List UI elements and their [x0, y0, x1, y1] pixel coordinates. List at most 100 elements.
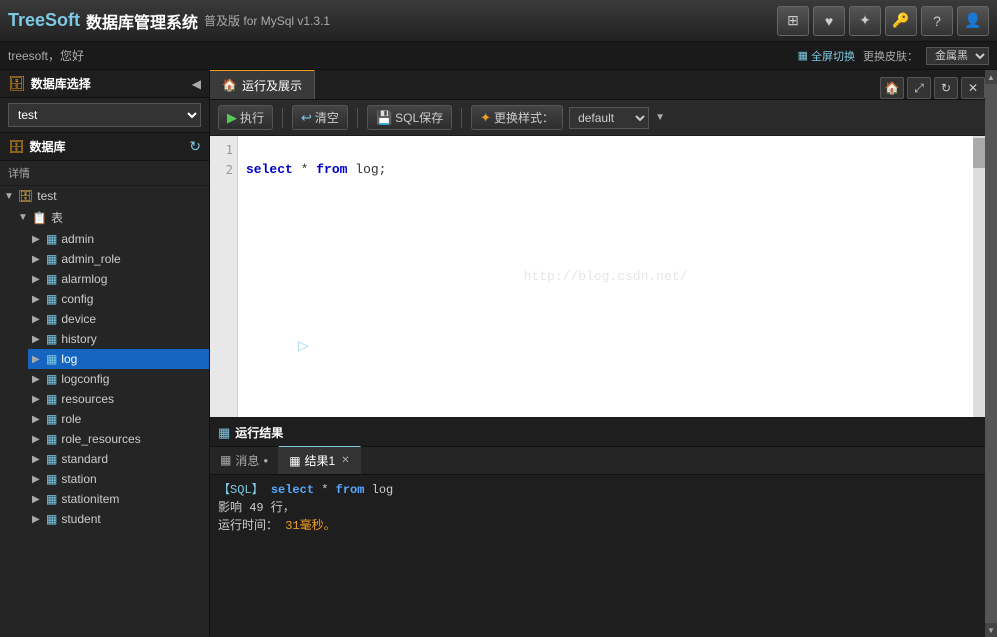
db-section-icon: 🗄: [8, 139, 25, 155]
tree-node-tables: ▼ 📋 表 ▶ ▦ admin ▶ ▦: [14, 206, 209, 529]
tree-item-student[interactable]: ▶ ▦ student: [28, 509, 209, 529]
toolbar-btn-grid[interactable]: ⊞: [777, 6, 809, 36]
tree-area[interactable]: ▼ 🗄 test ▼ 📋 表 ▶: [0, 186, 209, 637]
skin-select[interactable]: 金属黑: [926, 47, 989, 65]
line-num-1: 1: [210, 140, 233, 160]
arrow-icon: ▶: [32, 474, 46, 485]
toolbar-btn-key[interactable]: 🔑: [885, 6, 917, 36]
change-style-label: 更换样式：: [494, 109, 554, 126]
table-icon: ▦: [46, 392, 57, 406]
tree-children-test: ▼ 📋 表 ▶ ▦ admin ▶ ▦: [0, 206, 209, 529]
folder-icon: 🗄: [18, 189, 33, 203]
result-sql-table: log: [372, 483, 394, 497]
tree-item-logconfig[interactable]: ▶ ▦ logconfig: [28, 369, 209, 389]
db-section-header: 🗄 数据库 ↻: [0, 133, 209, 161]
tree-item-role-resources[interactable]: ▶ ▦ role_resources: [28, 429, 209, 449]
tree-item-history[interactable]: ▶ ▦ history: [28, 329, 209, 349]
tree-item-label-device: device: [61, 312, 96, 326]
skin-label: 更换皮肤：: [863, 48, 918, 64]
tree-item-label-stationitem: stationitem: [61, 492, 119, 506]
tree-item-label-admin: admin: [61, 232, 94, 246]
editor-line-2: select * from log;: [246, 160, 965, 180]
db-selector-label: 数据库选择: [31, 75, 91, 92]
content-scrollbar[interactable]: ▲ ▼: [985, 70, 997, 637]
message-tab-icon: ▦: [220, 453, 231, 467]
content-area: 🏠 运行及展示 🏠 ⤢ ↻ ✕ ▶ 执行 ↩ 清空 💾: [210, 70, 985, 637]
clear-icon: ↩: [301, 110, 312, 126]
tree-item-log[interactable]: ▶ ▦ log: [28, 349, 209, 369]
editor-scrollbar[interactable]: [973, 136, 985, 417]
arrow-icon: ▶: [32, 334, 46, 345]
result-keyword-from: from: [336, 483, 365, 497]
scroll-thumb-right[interactable]: [985, 84, 997, 623]
scroll-thumb[interactable]: [973, 138, 985, 168]
divider1: [282, 108, 283, 128]
editor-content[interactable]: select * from log; http://blog.csdn.net/…: [238, 136, 973, 417]
line-num-2: 2: [210, 160, 233, 180]
clear-button[interactable]: ↩ 清空: [292, 105, 348, 130]
toolbar-btn-user[interactable]: 👤: [957, 6, 989, 36]
tab-run-display[interactable]: 🏠 运行及展示: [210, 70, 315, 99]
tree-item-admin-role[interactable]: ▶ ▦ admin_role: [28, 249, 209, 269]
table-icon: ▦: [46, 332, 57, 346]
arrow-icon: ▶: [32, 414, 46, 425]
tree-item-stationitem[interactable]: ▶ ▦ stationitem: [28, 489, 209, 509]
title-bar: TreeSoft 数据库管理系统 普及版 for MySql v1.3.1 ⊞ …: [0, 0, 997, 42]
tree-item-label-admin-role: admin_role: [61, 252, 120, 266]
sql-save-icon: 💾: [376, 110, 392, 126]
scroll-down-btn[interactable]: ▼: [985, 623, 997, 637]
db-select[interactable]: test: [8, 103, 201, 127]
refresh-icon-btn[interactable]: ↻: [934, 77, 958, 99]
tree-item-station[interactable]: ▶ ▦ station: [28, 469, 209, 489]
result1-close-icon[interactable]: ✕: [341, 455, 349, 466]
table-icon: ▦: [46, 352, 57, 366]
close-icon-btn[interactable]: ✕: [961, 77, 985, 99]
arrow-icon: ▶: [32, 434, 46, 445]
toolbar-btn-tools[interactable]: ✦: [849, 6, 881, 36]
collapse-icon[interactable]: ◀: [192, 77, 201, 91]
table-icon: ▦: [46, 312, 57, 326]
tree-item-test[interactable]: ▼ 🗄 test: [0, 186, 209, 206]
tree-item-admin[interactable]: ▶ ▦ admin: [28, 229, 209, 249]
result-tab-result1[interactable]: ▦ 结果1 ✕: [279, 446, 360, 474]
app-subtitle: 普及版 for MySql v1.3.1: [204, 12, 330, 29]
db-section-label: 数据库: [30, 138, 66, 155]
tree-item-role[interactable]: ▶ ▦ role: [28, 409, 209, 429]
arrow-icon: ▶: [32, 294, 46, 305]
home-icon-btn[interactable]: 🏠: [880, 77, 904, 99]
divider2: [357, 108, 358, 128]
result-area: ▦ 运行结果 ▦ 消息 ● ▦ 结果1 ✕ 【SQL】 select: [210, 417, 985, 637]
arrow-icon: ▼: [4, 191, 18, 202]
tree-item-resources[interactable]: ▶ ▦ resources: [28, 389, 209, 409]
tree-item-label-logconfig: logconfig: [61, 372, 109, 386]
sql-editor[interactable]: 1 2 select * from log; http://blog.csdn.…: [210, 136, 985, 417]
style-select[interactable]: default: [569, 107, 649, 129]
fullscreen-button[interactable]: ▦ 全屏切换: [798, 48, 855, 64]
dropdown-arrow-icon: ▼: [655, 112, 665, 123]
expand-icon-btn[interactable]: ⤢: [907, 77, 931, 99]
tree-item-label-log: log: [61, 352, 77, 366]
toolbar-btn-help[interactable]: ?: [921, 6, 953, 36]
refresh-icon[interactable]: ↻: [189, 138, 201, 155]
result-sql-tag: 【SQL】: [218, 483, 271, 497]
arrow-icon: ▶: [32, 454, 46, 465]
result-tab-message[interactable]: ▦ 消息 ●: [210, 446, 279, 474]
toolbar-btn-heart[interactable]: ♥: [813, 6, 845, 36]
sql-save-button[interactable]: 💾 SQL保存: [367, 105, 452, 130]
result-section-label: 运行结果: [235, 424, 283, 441]
result-time-text: 运行时间：: [218, 519, 278, 533]
tree-item-config[interactable]: ▶ ▦ config: [28, 289, 209, 309]
scroll-up-btn[interactable]: ▲: [985, 70, 997, 84]
tree-item-alarmlog[interactable]: ▶ ▦ alarmlog: [28, 269, 209, 289]
db-select-wrapper: test: [0, 98, 209, 133]
change-style-button[interactable]: ✦ 更换样式：: [471, 105, 563, 130]
tree-item-tables[interactable]: ▼ 📋 表: [14, 206, 209, 229]
tree-item-label-resources: resources: [61, 392, 114, 406]
tree-item-label-student: student: [61, 512, 100, 526]
tree-item-device[interactable]: ▶ ▦ device: [28, 309, 209, 329]
execute-button[interactable]: ▶ 执行: [218, 105, 273, 130]
arrow-icon: ▶: [32, 254, 46, 265]
editor-gutter: 1 2: [210, 136, 238, 417]
tree-item-standard[interactable]: ▶ ▦ standard: [28, 449, 209, 469]
sidebar: 🗄 数据库选择 ◀ test 🗄 数据库 ↻ 详情 ▼ 🗄 test: [0, 70, 210, 637]
